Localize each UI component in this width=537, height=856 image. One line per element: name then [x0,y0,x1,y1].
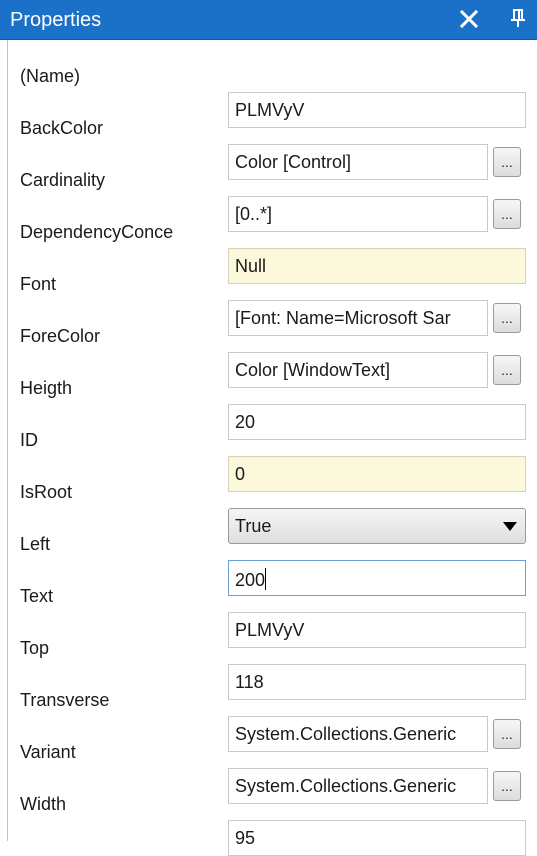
property-label: IsRoot [20,482,73,502]
property-label: Font [20,274,57,294]
chevron-down-icon [503,522,517,531]
property-label: Heigth [20,378,73,398]
width-field[interactable]: 95 [228,820,526,856]
property-label: Left [20,534,51,554]
property-label: Width [20,794,67,814]
property-value: 95 [235,828,256,848]
close-icon[interactable] [457,7,481,31]
property-row-cardinality: Cardinality [0..*] ... [8,170,537,232]
property-label: (Name) [20,66,81,86]
ellipsis-label: ... [501,154,513,170]
property-label: DependencyConce [20,222,174,242]
property-row-id: ID 0 [8,430,537,492]
property-label: Top [20,638,50,658]
property-label: Text [20,586,54,606]
property-row-text: Text PLMVyV [8,586,537,648]
property-row-forecolor: ForeColor Color [WindowText] ... [8,326,537,388]
panel-title: Properties [10,9,102,31]
property-row-font: Font [Font: Name=Microsoft Sar ... [8,274,537,336]
ellipsis-label: ... [501,726,513,742]
property-row-transverse: Transverse System.Collections.Generic ..… [8,690,537,752]
property-row-variant: Variant System.Collections.Generic ... [8,742,537,804]
property-label: BackColor [20,118,104,138]
property-label: Transverse [20,690,110,710]
pin-icon[interactable] [508,7,528,31]
ellipsis-label: ... [501,206,513,222]
property-row-isroot: IsRoot True [8,482,537,544]
property-label: ForeColor [20,326,101,346]
title-bar: Properties [0,0,537,40]
ellipsis-label: ... [501,362,513,378]
property-row-dependencyconcept: DependencyConce Null [8,222,537,284]
property-label: Cardinality [20,170,106,190]
ellipsis-label: ... [501,310,513,326]
property-row-name: (Name) PLMVyV [8,66,537,128]
ellipsis-label: ... [501,778,513,794]
property-row-backcolor: BackColor Color [Control] ... [8,118,537,180]
property-row-left: Left 200 [8,534,537,596]
property-label: Variant [20,742,76,762]
property-row-width: Width 95 [8,794,537,856]
property-label: ID [20,430,38,450]
property-row-top: Top 118 [8,638,537,700]
property-row-heigth: Heigth 20 [8,378,537,440]
property-grid: (Name) PLMVyV BackColor Color [Control] … [7,40,537,856]
